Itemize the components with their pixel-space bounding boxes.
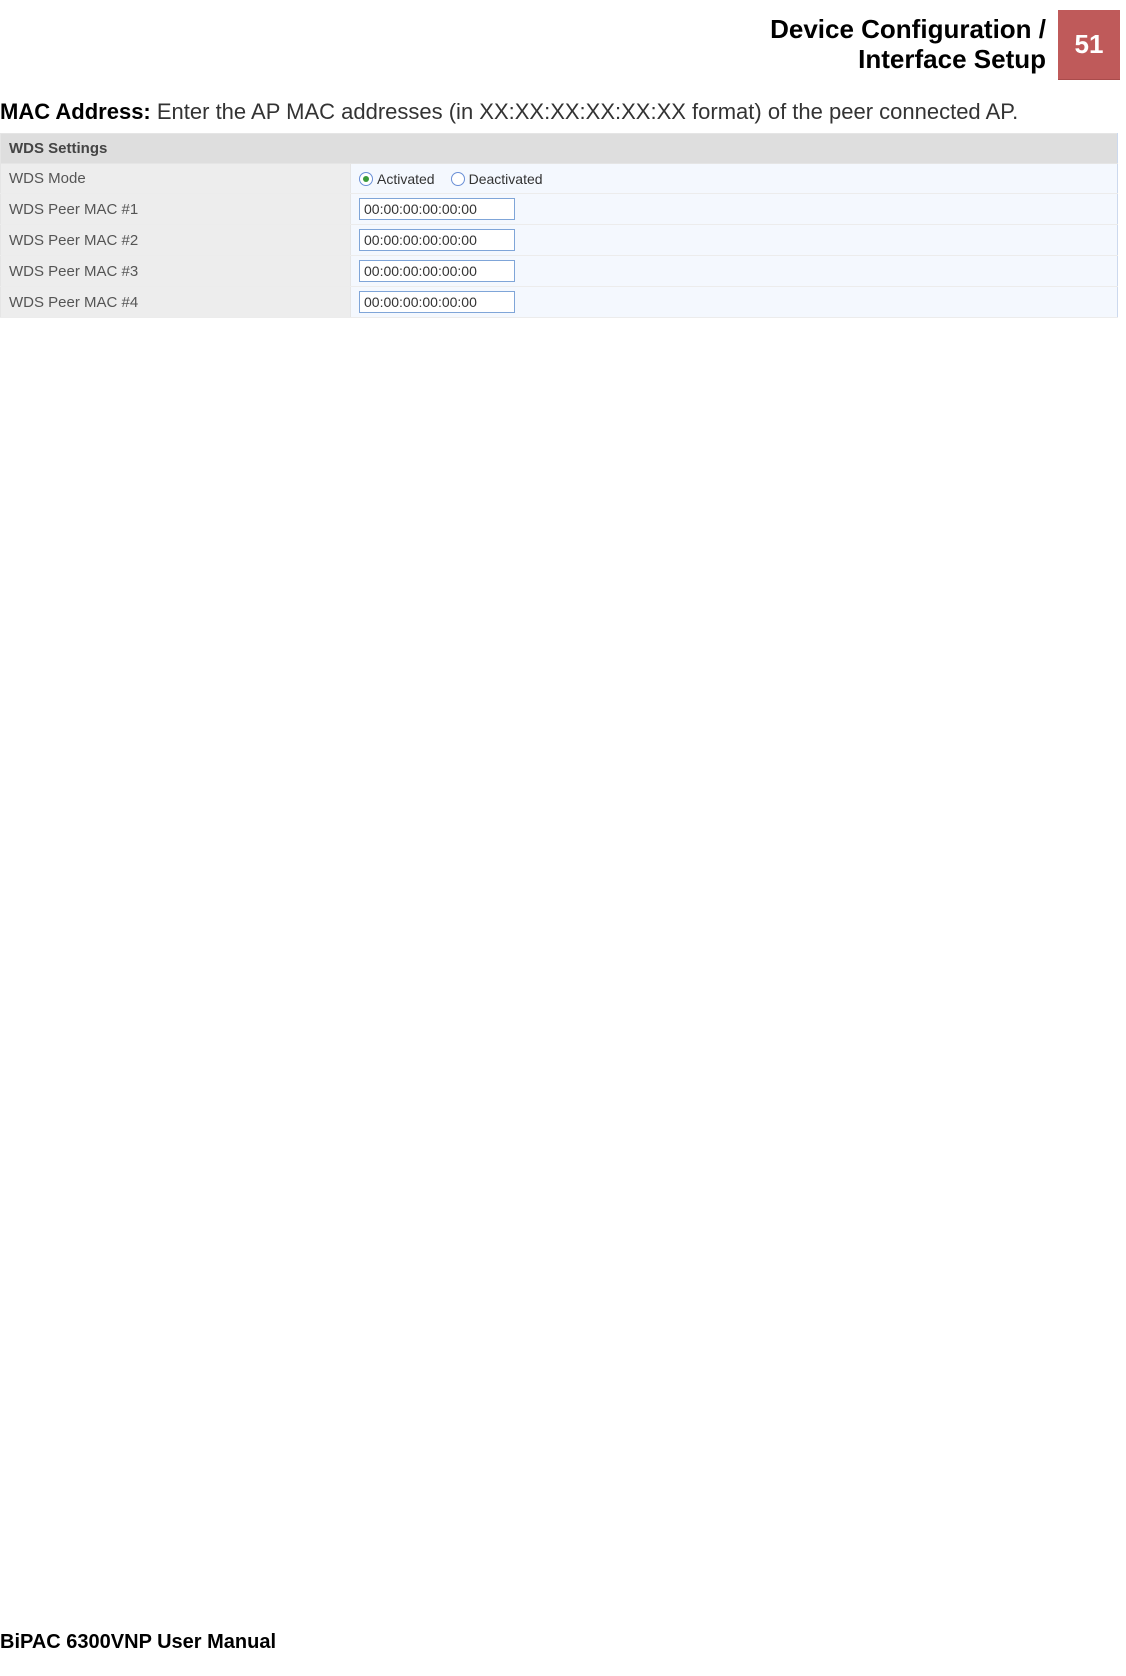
- wds-mode-activated-option[interactable]: Activated: [359, 171, 435, 187]
- page-header: Device Configuration / Interface Setup 5…: [0, 0, 1126, 80]
- wds-peer-value-cell: [351, 287, 1118, 318]
- wds-peer-value-cell: [351, 194, 1118, 225]
- wds-settings-title: WDS Settings: [1, 134, 1118, 164]
- wds-mode-deactivated-label: Deactivated: [469, 171, 543, 187]
- wds-peer-label: WDS Peer MAC #4: [1, 287, 351, 318]
- header-title: Device Configuration / Interface Setup: [770, 10, 1058, 80]
- intro-label: MAC Address:: [0, 99, 151, 124]
- intro-paragraph: MAC Address: Enter the AP MAC addresses …: [0, 98, 1126, 126]
- table-row: WDS Peer MAC #3: [1, 256, 1118, 287]
- header-title-line1: Device Configuration /: [770, 14, 1046, 44]
- wds-mode-activated-label: Activated: [377, 171, 435, 187]
- wds-peer-mac-input-2[interactable]: [359, 229, 515, 251]
- wds-peer-label: WDS Peer MAC #3: [1, 256, 351, 287]
- wds-peer-label: WDS Peer MAC #2: [1, 225, 351, 256]
- wds-peer-label: WDS Peer MAC #1: [1, 194, 351, 225]
- header-title-line2: Interface Setup: [858, 44, 1046, 74]
- wds-settings-table: WDS Settings WDS Mode Activated Deactiva…: [0, 133, 1118, 318]
- radio-icon: [359, 172, 373, 186]
- wds-mode-value: Activated Deactivated: [351, 164, 1118, 194]
- wds-mode-row: WDS Mode Activated Deactivated: [1, 164, 1118, 194]
- wds-settings-header-row: WDS Settings: [1, 134, 1118, 164]
- wds-mode-radio-group: Activated Deactivated: [359, 171, 1109, 187]
- table-row: WDS Peer MAC #4: [1, 287, 1118, 318]
- intro-text: Enter the AP MAC addresses (in XX:XX:XX:…: [151, 99, 1018, 124]
- wds-mode-label: WDS Mode: [1, 164, 351, 194]
- wds-peer-mac-input-1[interactable]: [359, 198, 515, 220]
- wds-peer-mac-input-4[interactable]: [359, 291, 515, 313]
- radio-icon: [451, 172, 465, 186]
- page-number: 51: [1058, 10, 1120, 80]
- footer-text: BiPAC 6300VNP User Manual: [0, 1631, 276, 1654]
- wds-peer-value-cell: [351, 256, 1118, 287]
- wds-peer-value-cell: [351, 225, 1118, 256]
- wds-peer-mac-input-3[interactable]: [359, 260, 515, 282]
- table-row: WDS Peer MAC #2: [1, 225, 1118, 256]
- table-row: WDS Peer MAC #1: [1, 194, 1118, 225]
- wds-mode-deactivated-option[interactable]: Deactivated: [451, 171, 543, 187]
